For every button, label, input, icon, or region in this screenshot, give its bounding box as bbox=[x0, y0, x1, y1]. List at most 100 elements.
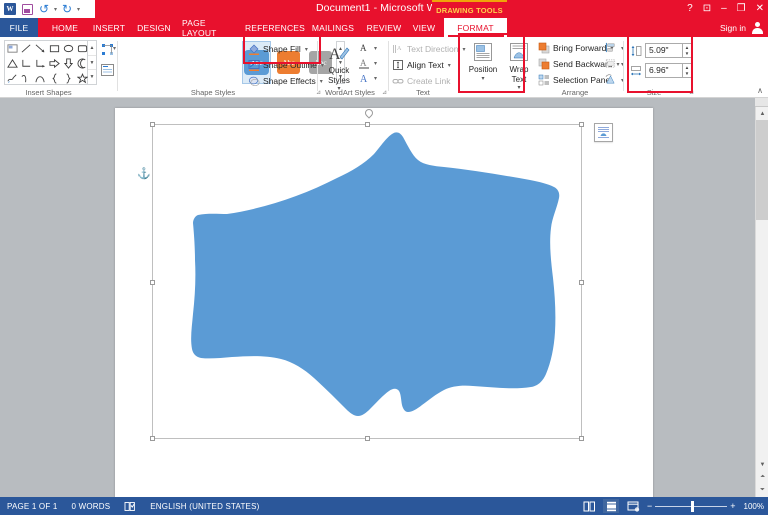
text-fill-dropdown-icon[interactable]: ▾ bbox=[374, 45, 377, 52]
rotate-objects-button[interactable]: ▾ bbox=[605, 73, 624, 87]
zoom-in-button[interactable]: + bbox=[730, 501, 735, 511]
tab-mailings[interactable]: MAILINGS bbox=[306, 18, 360, 37]
shape-arrow-line-icon[interactable] bbox=[35, 43, 46, 54]
scrollbar-thumb[interactable] bbox=[756, 120, 768, 220]
tab-home[interactable]: HOME bbox=[44, 18, 86, 37]
shape-right-brace-icon[interactable] bbox=[63, 73, 74, 84]
shape-rectangle-icon[interactable] bbox=[49, 43, 60, 54]
shape-effects-button[interactable]: Shape Effects ▾ bbox=[248, 74, 323, 88]
wordart-styles-dialog-launcher[interactable]: ⊿ bbox=[382, 89, 387, 96]
window-splitter[interactable] bbox=[755, 98, 768, 107]
resize-handle-top-center[interactable] bbox=[365, 122, 370, 127]
close-icon[interactable]: ✕ bbox=[756, 0, 764, 18]
page-indicator[interactable]: PAGE 1 OF 1 bbox=[0, 497, 65, 515]
view-web-layout-button[interactable] bbox=[625, 499, 641, 513]
position-dropdown-icon[interactable]: ▾ bbox=[466, 75, 500, 85]
word-count[interactable]: 0 WORDS bbox=[65, 497, 118, 515]
sign-in-link[interactable]: Sign in bbox=[720, 18, 746, 37]
wrap-text-button[interactable]: Wrap Text ▾ bbox=[502, 40, 536, 94]
resize-handle-bottom-left[interactable] bbox=[150, 436, 155, 441]
selection-pane-button[interactable]: Selection Pane bbox=[538, 73, 610, 87]
zoom-slider-thumb[interactable] bbox=[691, 501, 694, 512]
align-text-dropdown-icon[interactable]: ▾ bbox=[448, 62, 451, 69]
collapse-ribbon-button[interactable]: ∧ bbox=[757, 86, 763, 95]
shapes-scroll-down-icon[interactable]: ▼ bbox=[88, 56, 96, 71]
layout-options-button[interactable] bbox=[594, 123, 613, 142]
previous-page-button[interactable]: ⏶ bbox=[756, 471, 768, 484]
ribbon-display-options-icon[interactable]: ⊡ bbox=[703, 0, 711, 18]
tab-file[interactable]: FILE bbox=[0, 18, 38, 37]
shape-curve-icon[interactable] bbox=[21, 73, 32, 84]
shape-width-spinner[interactable]: ▲ ▼ bbox=[683, 63, 692, 78]
tab-references[interactable]: REFERENCES bbox=[244, 18, 306, 37]
zoom-out-button[interactable]: − bbox=[647, 501, 652, 511]
scroll-down-arrow[interactable]: ▼ bbox=[756, 458, 768, 471]
minimize-icon[interactable]: – bbox=[721, 0, 727, 18]
view-read-mode-button[interactable] bbox=[581, 499, 597, 513]
bring-forward-button[interactable]: Bring Forward ▾ bbox=[538, 41, 613, 55]
text-box-button[interactable] bbox=[99, 61, 116, 78]
shape-triangle-icon[interactable] bbox=[7, 58, 18, 69]
shape-right-arrow-icon[interactable] bbox=[49, 58, 60, 69]
shape-height-input[interactable]: 5.09" bbox=[645, 43, 683, 58]
shapes-gallery-more-icon[interactable]: ▼ bbox=[88, 70, 96, 84]
scroll-up-arrow[interactable]: ▲ bbox=[756, 107, 768, 120]
shape-outline-button[interactable]: Shape Outline ▾ bbox=[248, 58, 324, 72]
shape-oval-icon[interactable] bbox=[63, 43, 74, 54]
document-page[interactable]: ⚓ bbox=[115, 108, 653, 515]
shape-elbow-arrow-connector-icon[interactable] bbox=[35, 58, 46, 69]
position-button[interactable]: Position ▾ bbox=[466, 40, 500, 84]
shape-left-brace-icon[interactable] bbox=[49, 73, 60, 84]
text-effects-dropdown-icon[interactable]: ▾ bbox=[374, 75, 377, 82]
help-icon[interactable]: ? bbox=[687, 0, 693, 18]
align-objects-button[interactable]: ▾ bbox=[605, 41, 624, 55]
text-outline-button[interactable]: A ▾ bbox=[358, 56, 377, 70]
group-objects-button[interactable]: ▾ bbox=[605, 57, 624, 71]
shape-star-icon[interactable] bbox=[77, 73, 88, 84]
language-indicator[interactable]: ENGLISH (UNITED STATES) bbox=[143, 497, 266, 515]
resize-handle-bottom-right[interactable] bbox=[579, 436, 584, 441]
shape-line-icon[interactable] bbox=[21, 43, 32, 54]
shape-arc-icon[interactable] bbox=[35, 73, 46, 84]
shape-height-spin-down-icon[interactable]: ▼ bbox=[683, 51, 691, 58]
text-outline-dropdown-icon[interactable]: ▾ bbox=[374, 60, 377, 67]
shape-down-arrow-icon[interactable] bbox=[63, 58, 74, 69]
shape-moon-icon[interactable] bbox=[77, 58, 88, 69]
zoom-slider-track[interactable] bbox=[655, 506, 727, 507]
shape-fill-dropdown-icon[interactable]: ▾ bbox=[305, 46, 308, 53]
proofing-errors-icon[interactable] bbox=[117, 497, 143, 515]
shape-height-spinner[interactable]: ▲ ▼ bbox=[683, 43, 692, 58]
tab-insert[interactable]: INSERT bbox=[88, 18, 130, 37]
edit-shape-dropdown-icon[interactable]: ▾ bbox=[113, 45, 116, 52]
tab-view[interactable]: VIEW bbox=[406, 18, 442, 37]
zoom-slider[interactable]: − + bbox=[647, 501, 736, 511]
shape-scribble-icon[interactable] bbox=[7, 73, 18, 84]
quick-styles-button[interactable]: A Quick Styles ▾ bbox=[322, 41, 356, 95]
next-page-button[interactable]: ⏷ bbox=[756, 484, 768, 497]
size-dialog-launcher[interactable]: ⊿ bbox=[689, 89, 694, 96]
shapes-gallery[interactable] bbox=[4, 40, 88, 85]
view-print-layout-button[interactable] bbox=[603, 499, 619, 513]
restore-icon[interactable]: ❐ bbox=[737, 0, 746, 18]
shape-recently-used-textbox-icon[interactable] bbox=[7, 43, 18, 54]
shape-width-spin-down-icon[interactable]: ▼ bbox=[683, 71, 691, 78]
resize-handle-bottom-center[interactable] bbox=[365, 436, 370, 441]
account-icon[interactable] bbox=[751, 21, 764, 34]
shape-rounded-rectangle-icon[interactable] bbox=[77, 43, 88, 54]
vertical-scrollbar[interactable]: ▲ ▼ ⏶ ⏷ bbox=[755, 98, 768, 497]
text-direction-button[interactable]: A Text Direction ▾ bbox=[392, 42, 466, 56]
resize-handle-top-left[interactable] bbox=[150, 122, 155, 127]
text-effects-button[interactable]: A ▾ bbox=[358, 71, 377, 85]
shapes-scroll-up-icon[interactable]: ▲ bbox=[88, 41, 96, 56]
shape-fill-button[interactable]: Shape Fill ▾ bbox=[248, 42, 308, 56]
tab-review[interactable]: REVIEW bbox=[362, 18, 406, 37]
shape-elbow-connector-icon[interactable] bbox=[21, 58, 32, 69]
zoom-level-label[interactable]: 100% bbox=[742, 502, 764, 511]
create-link-button[interactable]: Create Link bbox=[392, 74, 450, 88]
resize-handle-middle-left[interactable] bbox=[150, 280, 155, 285]
tab-page-layout[interactable]: PAGE LAYOUT bbox=[176, 18, 242, 37]
resize-handle-middle-right[interactable] bbox=[579, 280, 584, 285]
tab-design[interactable]: DESIGN bbox=[132, 18, 176, 37]
align-text-button[interactable]: Align Text ▾ bbox=[392, 58, 451, 72]
resize-handle-top-right[interactable] bbox=[579, 122, 584, 127]
